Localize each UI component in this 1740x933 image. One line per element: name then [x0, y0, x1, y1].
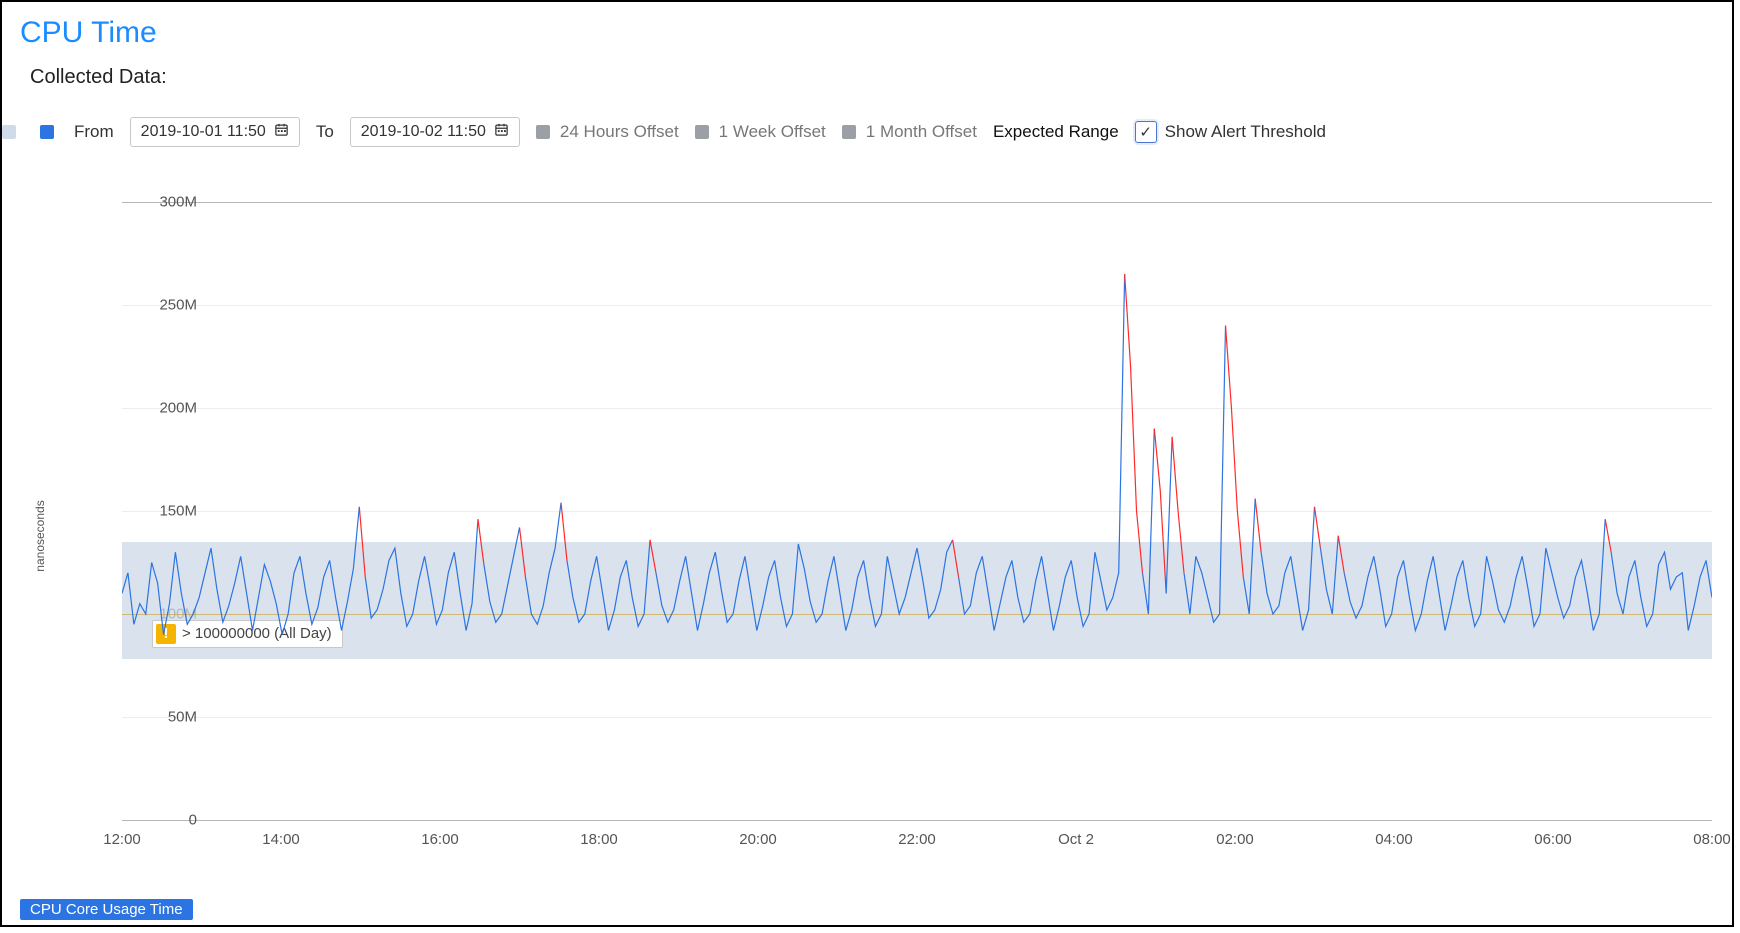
x-tick-label: 14:00 [262, 831, 300, 848]
band-swatch-icon [2, 125, 16, 139]
to-date-value: 2019-10-02 11:50 [361, 123, 486, 141]
from-swatch [40, 125, 54, 139]
to-date-input[interactable]: 2019-10-02 11:50 [350, 117, 520, 147]
x-tick-label: Oct 2 [1058, 831, 1094, 848]
y-axis-label: nanoseconds [33, 500, 47, 571]
controls-bar: From 2019-10-01 11:50 To 2019-10-02 11:5… [2, 117, 1732, 157]
gridline [122, 820, 1712, 821]
page-title: CPU Time [2, 2, 1732, 56]
calendar-icon [494, 122, 509, 142]
from-label: From [74, 122, 114, 142]
checkbox-icon: ✓ [1135, 121, 1157, 143]
show-alert-threshold-toggle[interactable]: ✓ Show Alert Threshold [1135, 121, 1326, 143]
x-tick-label: 06:00 [1534, 831, 1572, 848]
x-tick-label: 22:00 [898, 831, 936, 848]
offset-1w[interactable]: 1 Week Offset [695, 122, 826, 142]
grey-swatch-icon [842, 125, 856, 139]
x-tick-label: 12:00 [103, 831, 141, 848]
offset-24h[interactable]: 24 Hours Offset [536, 122, 679, 142]
x-tick-label: 08:00 [1693, 831, 1731, 848]
x-tick-label: 02:00 [1216, 831, 1254, 848]
collected-data-label: Collected Data: [2, 56, 1732, 117]
plot-region[interactable]: 050M100M150M200M250M300M!> 100000000 (Al… [122, 202, 1712, 820]
x-tick-label: 18:00 [580, 831, 618, 848]
x-tick-label: 20:00 [739, 831, 777, 848]
grey-swatch-icon [536, 125, 550, 139]
x-tick-label: 16:00 [421, 831, 459, 848]
chart-area: nanoseconds 050M100M150M200M250M300M!> 1… [42, 202, 1712, 870]
x-tick-label: 04:00 [1375, 831, 1413, 848]
series-badge[interactable]: CPU Core Usage Time [20, 899, 193, 920]
to-label: To [316, 122, 334, 142]
from-date-value: 2019-10-01 11:50 [141, 123, 266, 141]
grey-swatch-icon [695, 125, 709, 139]
offset-1m[interactable]: 1 Month Offset [842, 122, 977, 142]
expected-range-legend[interactable]: Expected Range [993, 122, 1119, 142]
from-date-input[interactable]: 2019-10-01 11:50 [130, 117, 300, 147]
calendar-icon [274, 122, 289, 142]
